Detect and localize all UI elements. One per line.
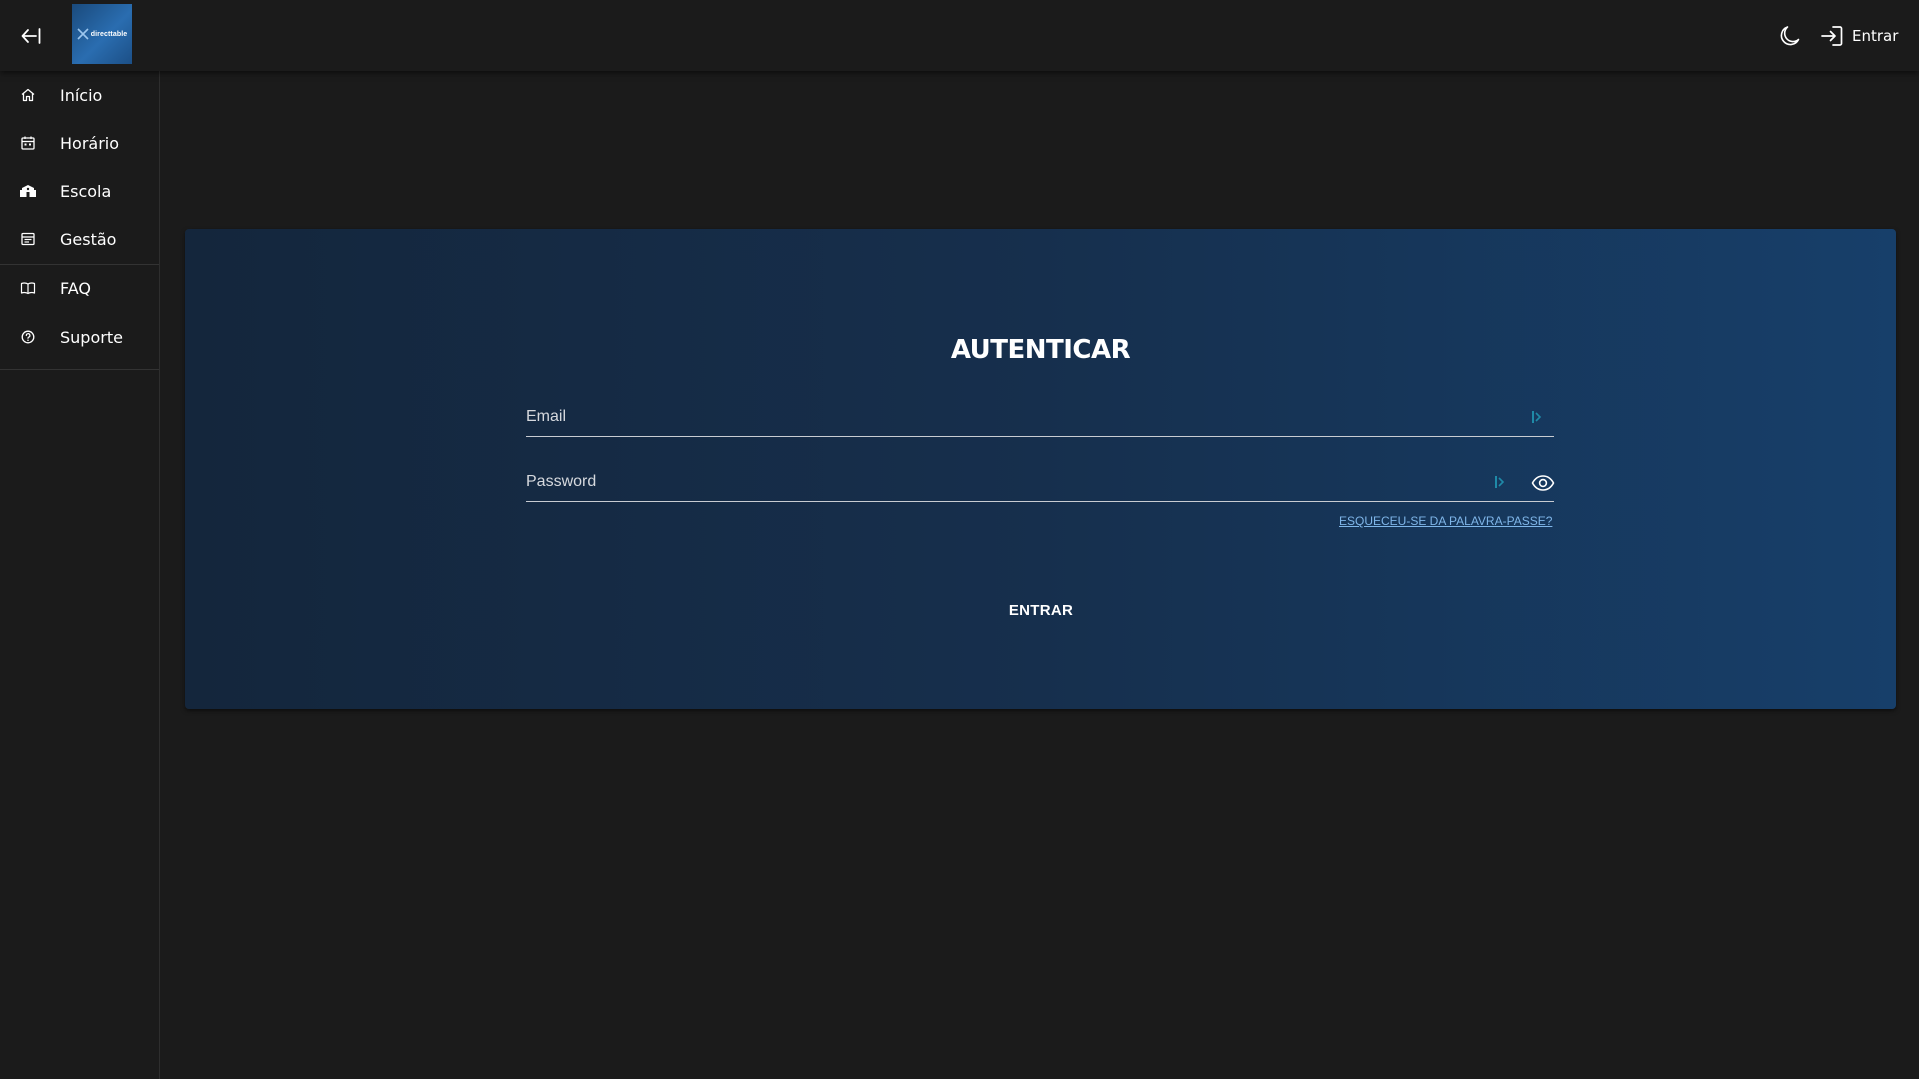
logo-text: directtable [90, 30, 128, 38]
calendar-icon [0, 135, 56, 151]
theme-toggle-button[interactable] [1775, 21, 1805, 51]
sidebar-item-gestao[interactable]: Gestão [0, 215, 159, 263]
help-circle-icon [0, 329, 56, 345]
password-manager-icon[interactable] [1531, 409, 1543, 425]
sidebar: Início Horário Escola Gestão FAQ Suporte [0, 71, 160, 1079]
submit-button[interactable]: ENTRAR [956, 590, 1126, 630]
management-icon [0, 231, 56, 247]
app-logo[interactable]: directtable [72, 4, 132, 64]
collapse-arrow-icon [21, 28, 41, 44]
login-icon [1821, 26, 1843, 46]
login-title: AUTENTICAR [950, 335, 1131, 365]
sidebar-item-label: Início [60, 85, 103, 105]
eye-icon [1531, 475, 1555, 491]
school-icon [0, 183, 56, 199]
sidebar-item-label: Horário [60, 133, 120, 153]
book-icon [0, 281, 56, 295]
moon-icon [1780, 26, 1800, 46]
email-input[interactable] [526, 399, 1486, 435]
collapse-sidebar-button[interactable] [16, 22, 46, 50]
sidebar-item-label: Escola [60, 181, 112, 201]
sidebar-item-label: Gestão [60, 229, 117, 249]
login-top-label: Entrar [1852, 27, 1899, 45]
sidebar-item-faq[interactable]: FAQ [0, 264, 159, 312]
sidebar-item-horario[interactable]: Horário [0, 119, 159, 167]
home-icon [0, 87, 56, 103]
password-field [526, 464, 1557, 502]
password-input[interactable] [526, 464, 1486, 500]
sidebar-item-label: Suporte [60, 327, 123, 347]
top-bar: directtable Entrar [0, 0, 1919, 71]
sidebar-item-label: FAQ [60, 278, 91, 298]
sidebar-item-inicio[interactable]: Início [0, 71, 159, 119]
sidebar-item-escola[interactable]: Escola [0, 167, 159, 215]
login-top-button[interactable]: Entrar [1820, 21, 1898, 51]
sidebar-item-suporte[interactable]: Suporte [0, 313, 159, 361]
sidebar-divider [0, 369, 159, 370]
show-password-button[interactable] [1529, 471, 1557, 495]
logo-x-icon [77, 28, 89, 40]
login-card: AUTENTICAR ESQUECEU-SE DA PALAVRA-PASSE?… [185, 229, 1896, 709]
forgot-password-link[interactable]: ESQUECEU-SE DA PALAVRA-PASSE? [1339, 514, 1552, 528]
email-field [526, 399, 1554, 437]
password-manager-icon[interactable] [1494, 474, 1506, 490]
